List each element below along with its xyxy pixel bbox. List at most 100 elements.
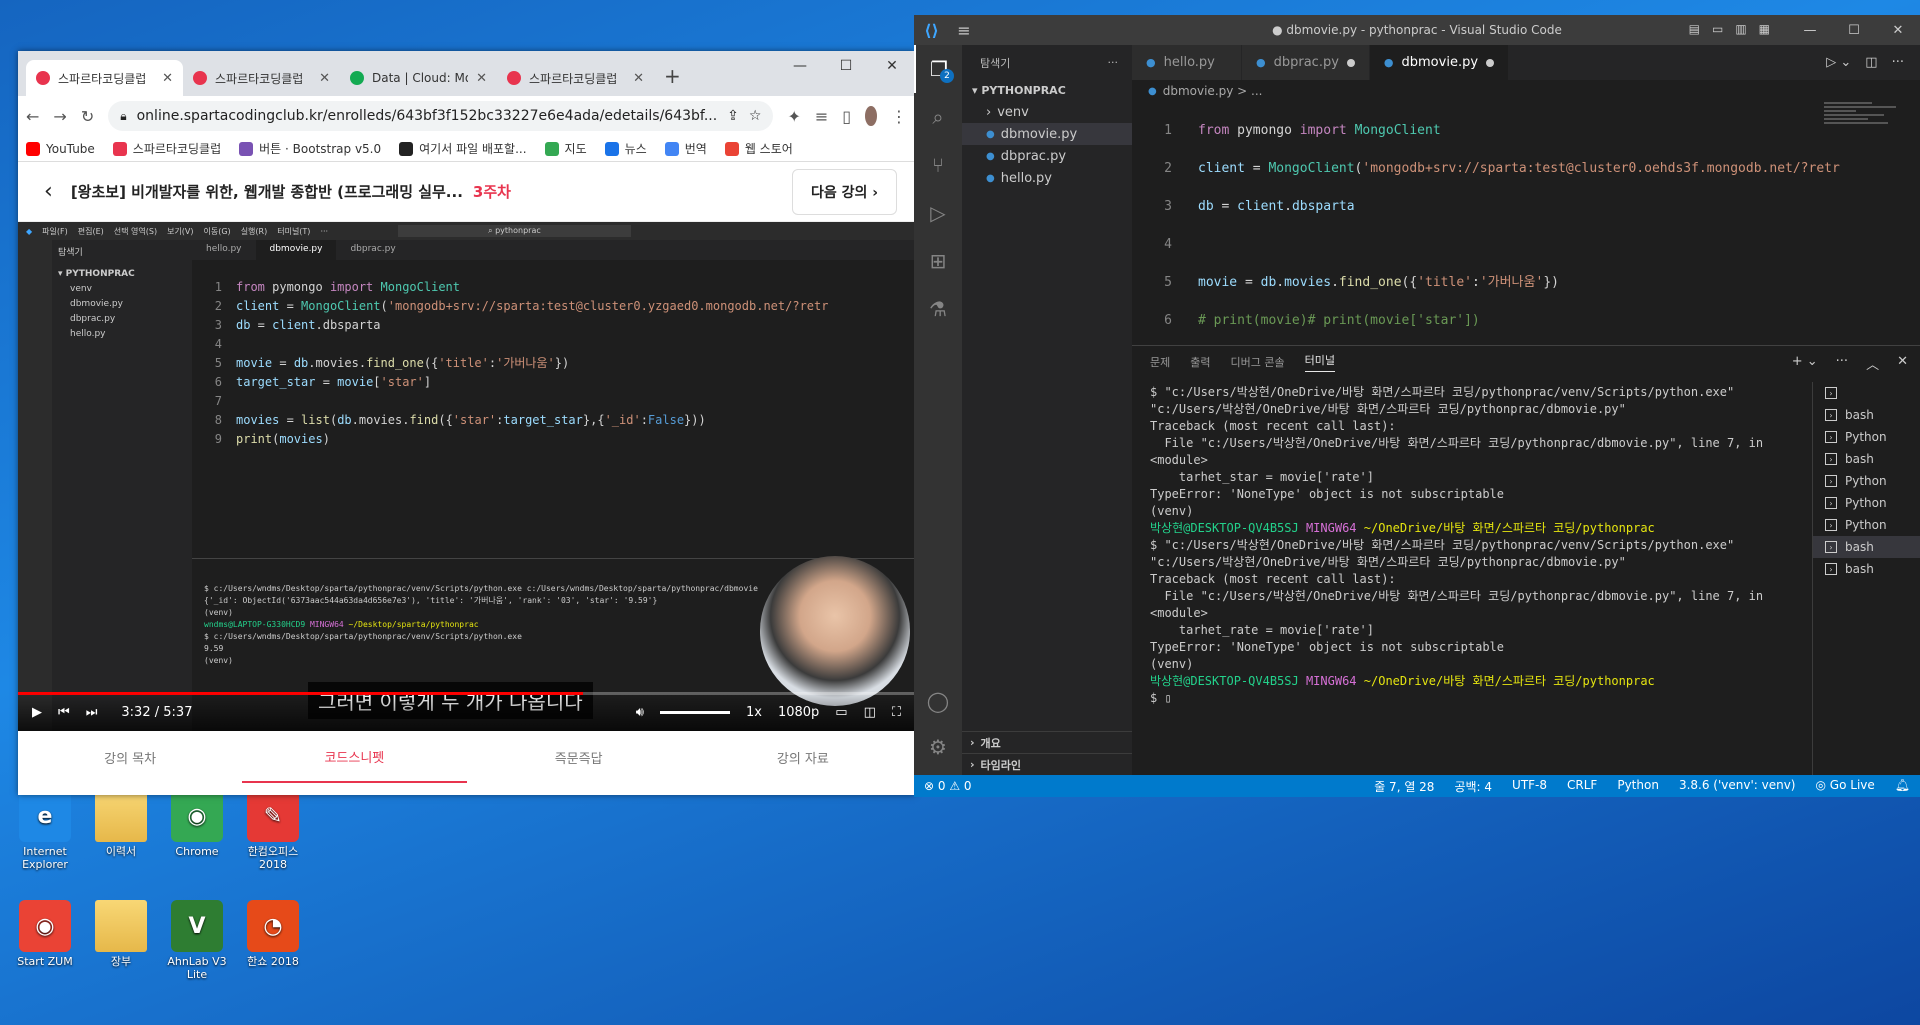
layout-secondary-icon[interactable]: ▥ <box>1735 22 1746 36</box>
source-control-icon[interactable]: ⑂ <box>914 141 962 189</box>
browser-tab[interactable]: 스파르타코딩클럽 ✕ <box>26 60 183 96</box>
notifications-icon[interactable]: 🔔︎ <box>1895 778 1910 795</box>
explorer-icon[interactable]: ❐ 2 <box>914 45 962 93</box>
run-debug-icon[interactable]: ▷ <box>914 189 962 237</box>
hamburger-menu-icon[interactable]: ≡ <box>949 21 979 40</box>
menu-icon[interactable]: ⋮ <box>891 107 907 126</box>
terminal-instance[interactable]: › Python <box>1813 514 1920 536</box>
extensions-icon[interactable]: ✦ <box>787 107 800 126</box>
reload-icon[interactable]: ↻ <box>81 107 94 126</box>
vscode-minimize-button[interactable]: — <box>1788 15 1832 45</box>
explorer-file[interactable]: › venv <box>962 101 1132 123</box>
minimize-button[interactable]: — <box>777 51 823 81</box>
panel-more-icon[interactable]: ··· <box>1836 354 1848 373</box>
bookmark-item[interactable]: YouTube <box>26 141 95 156</box>
play-icon[interactable]: ▶ <box>32 705 42 720</box>
bookmark-item[interactable]: 번역 <box>664 140 707 157</box>
panel-tab[interactable]: 문제 <box>1150 354 1170 370</box>
speed-button[interactable]: 1x <box>746 705 762 720</box>
share-icon[interactable]: ⇪ <box>727 108 739 124</box>
panel-tab[interactable]: 출력 <box>1190 354 1210 370</box>
indentation[interactable]: 공백: 4 <box>1454 778 1492 795</box>
close-tab-icon[interactable]: ✕ <box>162 71 173 86</box>
cursor-position[interactable]: 줄 7, 열 28 <box>1374 778 1434 795</box>
python-interpreter[interactable]: 3.8.6 ('venv': venv) <box>1679 778 1796 795</box>
terminal-instance[interactable]: › bash <box>1813 536 1920 558</box>
close-tab-icon[interactable]: ✕ <box>319 71 330 86</box>
desktop-icon[interactable]: 장부 <box>84 900 158 968</box>
editor-tab[interactable]: ● dbmovie.py <box>1369 45 1510 80</box>
course-tab[interactable]: 즉문즉답 <box>467 731 691 783</box>
new-terminal-icon[interactable]: + ⌄ <box>1792 354 1818 373</box>
editor-tab[interactable]: ● hello.py <box>1132 45 1242 80</box>
language-mode[interactable]: Python <box>1617 778 1659 795</box>
desktop-icon[interactable]: V AhnLab V3 Lite <box>160 900 234 981</box>
browser-tab[interactable]: 스파르타코딩클럽 ✕ <box>183 60 340 96</box>
go-live-button[interactable]: ◎ Go Live <box>1816 778 1875 795</box>
encoding[interactable]: UTF-8 <box>1512 778 1547 795</box>
desktop-icon[interactable]: ◉ Start ZUM <box>8 900 82 968</box>
next-lesson-button[interactable]: 다음 강의 › <box>791 168 897 215</box>
settings-gear-icon[interactable]: ⚙ <box>914 723 962 771</box>
timeline-section[interactable]: › 타임라인 <box>962 753 1132 775</box>
search-icon[interactable]: ⌕ <box>914 93 962 141</box>
desktop-icon[interactable]: e Internet Explorer <box>8 790 82 871</box>
maximize-panel-icon[interactable]: ︿ <box>1866 354 1879 373</box>
explorer-file[interactable]: ● dbprac.py <box>962 145 1132 167</box>
project-folder[interactable]: ▾ PYTHONPRAC <box>962 80 1132 101</box>
explorer-file[interactable]: ● dbmovie.py <box>962 123 1132 145</box>
run-icon[interactable]: ▷ ⌄ <box>1826 55 1851 70</box>
bookmark-item[interactable]: 웹 스토어 <box>724 140 793 157</box>
terminal-instance[interactable]: › bash <box>1813 558 1920 580</box>
panel-tab[interactable]: 터미널 <box>1304 352 1335 372</box>
terminal-output[interactable]: $ "c:/Users/박상현/OneDrive/바탕 화면/스파르타 코딩/p… <box>1150 384 1800 775</box>
browser-tab[interactable]: 스파르타코딩클럽 ✕ <box>497 60 654 96</box>
close-tab-icon[interactable]: ✕ <box>476 71 487 86</box>
bookmark-item[interactable]: 버튼 · Bootstrap v5.0 <box>239 140 381 157</box>
pip-icon[interactable]: ◫ <box>864 705 876 720</box>
desktop-icon[interactable]: 이력서 <box>84 790 158 858</box>
volume-slider[interactable] <box>659 710 730 714</box>
maximize-button[interactable]: ☐ <box>823 51 869 81</box>
course-tab[interactable]: 강의 자료 <box>691 731 915 783</box>
captions-icon[interactable]: ▭ <box>835 705 847 720</box>
star-icon[interactable]: ☆ <box>749 108 762 124</box>
layout-panel-icon[interactable]: ▭ <box>1712 22 1723 36</box>
extensions-icon[interactable]: ⊞ <box>914 237 962 285</box>
panel-tab[interactable]: 디버그 콘솔 <box>1231 354 1285 370</box>
terminal-instance[interactable]: › Python <box>1813 426 1920 448</box>
testing-icon[interactable]: ⚗ <box>914 285 962 333</box>
forward-icon[interactable]: → <box>53 107 66 126</box>
address-bar[interactable]: 🔒︎ online.spartacodingclub.kr/enrolleds/… <box>108 101 774 131</box>
close-tab-icon[interactable]: ✕ <box>633 71 644 86</box>
desktop-icon[interactable]: ◉ Chrome <box>160 790 234 858</box>
volume-icon[interactable]: 🔊︎ <box>636 705 644 720</box>
outline-section[interactable]: › 개요 <box>962 731 1132 753</box>
split-editor-icon[interactable]: ◫ <box>1865 55 1877 70</box>
bookmark-item[interactable]: 뉴스 <box>604 140 647 157</box>
terminal-instance[interactable]: › Python <box>1813 470 1920 492</box>
video-player[interactable]: ◆ 파일(F) 편집(E) 선택 영역(S) 보기(V) 이동(G) 실행(R) 터미널(T)… <box>18 222 915 731</box>
vscode-maximize-button[interactable]: ☐ <box>1832 15 1876 45</box>
close-panel-icon[interactable]: ✕ <box>1897 354 1908 373</box>
course-tab[interactable]: 강의 목차 <box>18 731 242 783</box>
terminal-instance[interactable]: › bash <box>1813 404 1920 426</box>
quality-button[interactable]: 1080p <box>778 705 819 720</box>
fullscreen-icon[interactable]: ⛶ <box>892 705 901 720</box>
chevron-left-icon[interactable]: ‹ <box>44 179 53 204</box>
terminal-instance[interactable]: › Python <box>1813 492 1920 514</box>
media-icon[interactable]: ≡ <box>815 107 828 126</box>
bookmark-item[interactable]: 지도 <box>544 140 587 157</box>
desktop-icon[interactable]: ✎ 한컴오피스 2018 <box>236 790 310 871</box>
layout-sidebar-icon[interactable]: ▤ <box>1689 22 1700 36</box>
previous-icon[interactable]: ⏮︎ <box>58 705 70 720</box>
bookmark-item[interactable]: 스파르타코딩클럽 <box>112 140 221 157</box>
editor-tab[interactable]: ● dbprac.py <box>1242 45 1370 80</box>
course-tab[interactable]: 코드스니펫 <box>242 731 467 783</box>
minimap[interactable] <box>1824 102 1904 162</box>
avatar[interactable] <box>865 106 877 126</box>
new-tab-button[interactable]: + <box>654 64 691 96</box>
problems-status[interactable]: ⊗ 0 ⚠ 0 <box>924 779 972 793</box>
editor-more-icon[interactable]: ··· <box>1892 55 1904 70</box>
skip-next-icon[interactable]: ⏭︎ <box>86 705 98 720</box>
